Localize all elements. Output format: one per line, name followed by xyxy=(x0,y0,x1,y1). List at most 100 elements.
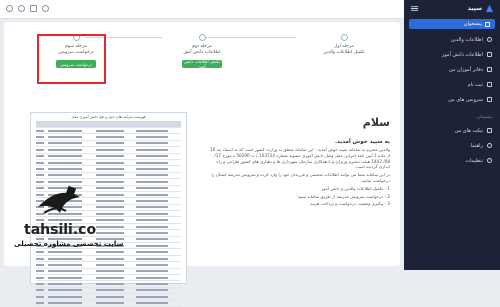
welcome-heading: به سپید خوش آمدید. xyxy=(334,139,390,145)
sidebar-item-label: اطلاعات والدین xyxy=(450,36,483,43)
watermark-tagline: سایت تخصصی مشاوره تحصیلی xyxy=(14,240,124,248)
ticket-icon xyxy=(487,128,492,133)
table-cell xyxy=(136,269,181,274)
sidebar-item-my-books[interactable]: دفاتر آموزان من xyxy=(404,62,500,77)
sidebar-item-label: پیشخوان xyxy=(463,21,482,27)
blurred-text xyxy=(36,148,45,151)
notification-icon[interactable] xyxy=(18,5,25,12)
intro-paragraph: 2 - درخواست سرویس مدرسه از طریق سامانه س… xyxy=(297,193,390,199)
blurred-text xyxy=(36,136,45,139)
blurred-text xyxy=(96,129,124,132)
blurred-text xyxy=(36,161,45,164)
table-cell xyxy=(96,128,136,133)
sidebar-item-tickets[interactable]: تیکت های من xyxy=(404,123,500,138)
blurred-text xyxy=(48,155,82,158)
sidebar-header: سپید xyxy=(404,0,500,16)
blurred-text xyxy=(48,295,82,298)
blurred-text xyxy=(96,270,124,273)
sidebar-item-student-info[interactable]: اطلاعات دانش آموز xyxy=(404,47,500,62)
sidebar-item-register[interactable]: ثبت نام xyxy=(404,77,500,92)
table-cell xyxy=(48,128,96,133)
sidebar-section-title: پشتیبانی xyxy=(476,114,492,120)
sidebar-item-dashboard[interactable]: پیشخوان xyxy=(409,19,495,29)
table-cell xyxy=(48,301,96,306)
menu-toggle-icon[interactable] xyxy=(410,4,419,13)
blurred-text xyxy=(96,142,124,145)
table-cell xyxy=(48,147,96,152)
blurred-text xyxy=(36,270,45,273)
intro-paragraph: 1 - تکمیل اطلاعات والدین و دانش آموز xyxy=(321,185,390,191)
table-cell xyxy=(36,134,48,139)
blurred-text xyxy=(136,136,168,139)
sidebar-item-label: دفاتر آموزان من xyxy=(448,66,483,73)
table-cell xyxy=(36,269,48,274)
user-icon xyxy=(487,37,492,42)
table-cell xyxy=(136,301,181,306)
sidebar-item-parent-info[interactable]: اطلاعات والدین xyxy=(404,32,500,47)
sidebar-item-label: تیکت های من xyxy=(454,127,483,134)
fullscreen-icon[interactable] xyxy=(30,5,37,12)
table-cell xyxy=(96,173,136,178)
table-cell xyxy=(96,141,136,146)
table-cell xyxy=(48,160,96,165)
blurred-text xyxy=(36,295,45,298)
blurred-text xyxy=(36,276,45,279)
home-icon xyxy=(485,21,490,27)
table-cell xyxy=(48,134,96,139)
theme-icon[interactable] xyxy=(42,5,49,12)
bus-icon xyxy=(487,97,492,102)
table-cell xyxy=(136,173,181,178)
table-cell xyxy=(48,269,96,274)
table-cell xyxy=(96,166,136,171)
blurred-text xyxy=(96,302,124,305)
sidebar-item-my-services[interactable]: سرویس های من xyxy=(404,92,500,107)
intro-text-panel: سلام به سپید خوش آمدید. والدین محترم به … xyxy=(204,112,394,209)
step-1-indicator xyxy=(340,34,348,41)
table-cell xyxy=(136,141,181,146)
student-info-button[interactable]: تکمیل اطلاعات دانش آموز xyxy=(182,59,222,69)
blurred-text xyxy=(36,129,45,132)
blurred-text xyxy=(136,302,168,305)
blurred-text xyxy=(48,276,82,279)
blurred-text xyxy=(96,289,124,292)
table-cell xyxy=(36,294,48,299)
blurred-text xyxy=(48,302,82,305)
brand-name: سپید xyxy=(467,4,482,12)
step-1: مرحله اول تکمیل اطلاعات والدین xyxy=(304,34,384,56)
table-cell xyxy=(36,275,48,280)
table-cell xyxy=(96,294,136,299)
table-cell xyxy=(96,160,136,165)
top-bar xyxy=(0,0,404,19)
table-cell xyxy=(48,288,96,293)
register-icon xyxy=(487,82,492,87)
table-cell xyxy=(36,166,48,171)
blurred-text xyxy=(96,148,124,151)
blurred-text xyxy=(48,136,82,139)
table-cell xyxy=(96,147,136,152)
highlight-box xyxy=(37,34,106,84)
intro-paragraph: 3 - پیگیری وضعیت درخواست و پرداخت هزینه xyxy=(310,201,390,207)
blurred-text xyxy=(48,142,82,145)
sidebar-item-help[interactable]: راهنما xyxy=(404,138,500,153)
table-cell xyxy=(36,147,48,152)
table-cell xyxy=(48,141,96,146)
blurred-text xyxy=(96,295,124,298)
table-cell xyxy=(48,294,96,299)
sidebar-item-label: راهنما xyxy=(470,142,483,149)
blurred-text xyxy=(48,129,82,132)
sidebar-item-settings[interactable]: تنظیمات xyxy=(404,153,500,168)
table-cell xyxy=(96,275,136,280)
table-cell xyxy=(48,173,96,178)
table-cell xyxy=(36,160,48,165)
brand-logo-icon xyxy=(485,4,494,12)
table-cell xyxy=(36,281,48,286)
blurred-text xyxy=(36,302,45,305)
blurred-text xyxy=(136,129,168,132)
table-cell xyxy=(136,281,181,286)
blurred-text xyxy=(48,168,82,171)
profile-icon[interactable] xyxy=(6,5,13,12)
step-2-subtitle: اطلاعات دانش آموز xyxy=(183,50,221,55)
table-cell xyxy=(136,128,181,133)
intro-paragraph: والدین محترم به سامانه سپید خوش آمدید - … xyxy=(210,147,390,170)
step-2-indicator xyxy=(198,34,206,41)
